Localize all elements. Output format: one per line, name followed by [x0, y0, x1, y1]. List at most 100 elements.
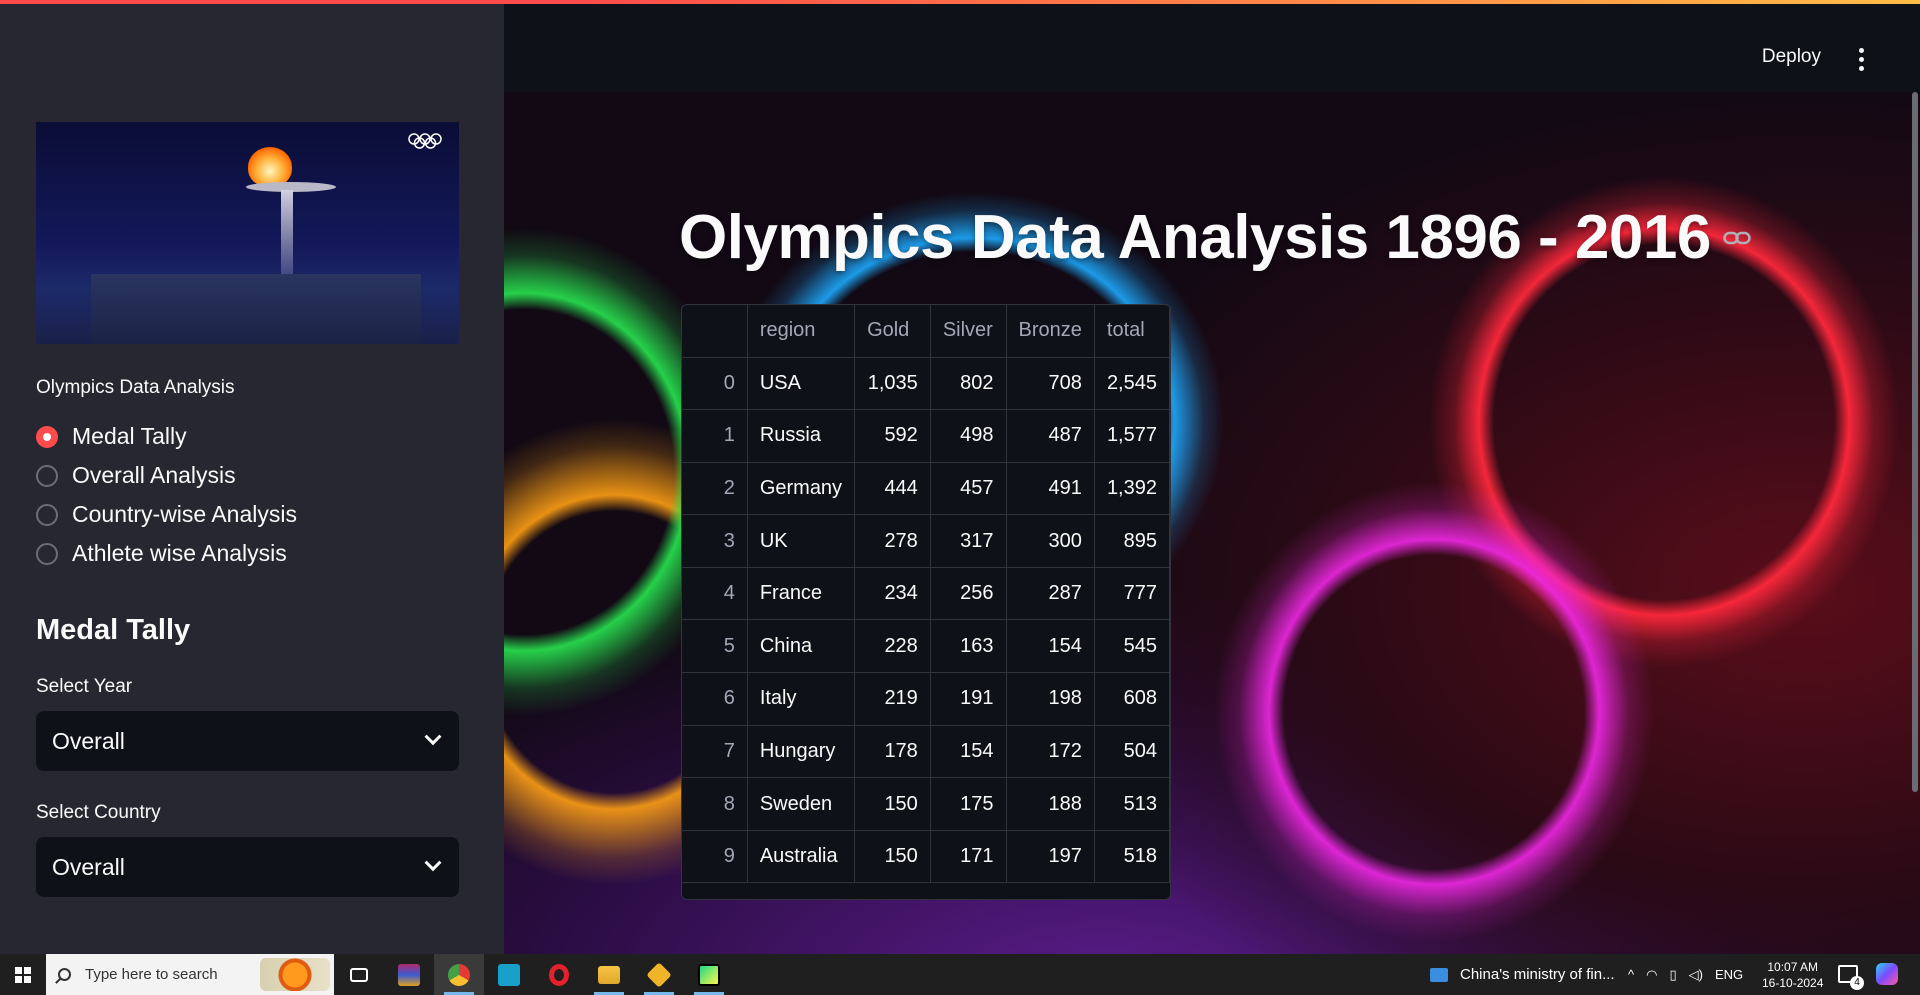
scrollbar-thumb[interactable]	[1912, 92, 1918, 792]
cell-silver[interactable]: 154	[930, 725, 1007, 779]
cell-index[interactable]: 8	[682, 777, 748, 831]
cell-bronze[interactable]: 287	[1006, 567, 1095, 621]
cell-total[interactable]: 513	[1094, 777, 1170, 831]
main-scrollbar[interactable]	[1910, 92, 1920, 792]
cell-region[interactable]: Russia	[747, 409, 856, 463]
network-icon[interactable]: ◠	[1646, 967, 1657, 983]
file-explorer-app-icon[interactable]	[584, 954, 634, 995]
cell-index[interactable]: 9	[682, 830, 748, 884]
cell-silver[interactable]: 163	[930, 619, 1007, 674]
cell-gold[interactable]: 592	[854, 409, 931, 463]
chevron-up-icon[interactable]: ^	[1628, 967, 1634, 982]
cell-total[interactable]: 545	[1094, 619, 1170, 674]
task-view-icon[interactable]	[334, 954, 384, 995]
cell-gold[interactable]: 444	[854, 462, 931, 516]
cell-gold[interactable]: 228	[854, 619, 931, 674]
cell-silver[interactable]: 171	[930, 830, 1007, 884]
cell-silver[interactable]: 457	[930, 462, 1007, 516]
start-button[interactable]	[0, 954, 46, 995]
cell-region[interactable]: Hungary	[747, 725, 856, 779]
opera-app-icon[interactable]	[534, 954, 584, 995]
cell-silver[interactable]: 498	[930, 409, 1007, 463]
cell-total[interactable]: 1,577	[1094, 409, 1170, 463]
cell-gold[interactable]: 219	[854, 672, 931, 726]
radio-label[interactable]: Country-wise Analysis	[72, 501, 297, 528]
cell-index[interactable]: 1	[682, 409, 748, 463]
radio-checked-icon[interactable]	[36, 425, 58, 448]
medal-tally-table[interactable]: region Gold Silver Bronze total 0 USA 1,…	[681, 304, 1171, 900]
battery-icon[interactable]: ▯	[1669, 967, 1676, 983]
chrome-app-icon[interactable]	[434, 954, 484, 995]
column-header-gold[interactable]: Gold	[854, 305, 931, 358]
cell-total[interactable]: 608	[1094, 672, 1170, 726]
pycharm-app-icon[interactable]	[684, 954, 734, 995]
select-country-dropdown[interactable]: Overall	[36, 837, 459, 897]
cell-silver[interactable]: 317	[930, 514, 1007, 568]
radio-unchecked-icon[interactable]	[36, 542, 58, 565]
taskbar-clock[interactable]: 10:07 AM 16-10-2024	[1762, 959, 1823, 991]
cell-bronze[interactable]: 300	[1006, 514, 1095, 568]
radio-label[interactable]: Overall Analysis	[72, 462, 236, 489]
cell-silver[interactable]: 802	[930, 357, 1007, 411]
malwarebytes-app-icon[interactable]	[484, 954, 534, 995]
cell-region[interactable]: Germany	[747, 462, 856, 516]
column-header-bronze[interactable]: Bronze	[1006, 305, 1095, 358]
column-header-region[interactable]: region	[747, 305, 856, 358]
cell-region[interactable]: UK	[747, 514, 856, 568]
cell-gold[interactable]: 150	[854, 777, 931, 831]
cell-gold[interactable]: 178	[854, 725, 931, 779]
radio-medal-tally[interactable]: Medal Tally	[36, 417, 297, 456]
news-widget[interactable]: China's ministry of fin...	[1430, 954, 1615, 995]
select-year-dropdown[interactable]: Overall	[36, 711, 459, 771]
cell-region[interactable]: Italy	[747, 672, 856, 726]
column-header-total[interactable]: total	[1094, 305, 1170, 358]
radio-unchecked-icon[interactable]	[36, 503, 58, 526]
cell-bronze[interactable]: 197	[1006, 830, 1095, 884]
link-icon[interactable]	[1723, 231, 1751, 245]
cell-total[interactable]: 1,392	[1094, 462, 1170, 516]
cell-total[interactable]: 895	[1094, 514, 1170, 568]
cell-bronze[interactable]: 491	[1006, 462, 1095, 516]
radio-label[interactable]: Medal Tally	[72, 423, 187, 450]
volume-icon[interactable]: ◁)	[1689, 967, 1703, 983]
cell-gold[interactable]: 1,035	[854, 357, 931, 411]
git-app-icon[interactable]	[634, 954, 684, 995]
cell-bronze[interactable]: 708	[1006, 357, 1095, 411]
cell-total[interactable]: 518	[1094, 830, 1170, 884]
cell-index[interactable]: 7	[682, 725, 748, 779]
taskbar-search-box[interactable]: Type here to search	[46, 954, 334, 995]
deploy-button[interactable]: Deploy	[1762, 46, 1821, 68]
radio-overall-analysis[interactable]: Overall Analysis	[36, 456, 297, 495]
language-indicator[interactable]: ENG	[1715, 967, 1743, 982]
cell-region[interactable]: France	[747, 567, 856, 621]
cell-bronze[interactable]: 154	[1006, 619, 1095, 674]
cell-index[interactable]: 6	[682, 672, 748, 726]
cell-gold[interactable]: 234	[854, 567, 931, 621]
more-vert-icon[interactable]	[1859, 48, 1865, 75]
cell-bronze[interactable]: 188	[1006, 777, 1095, 831]
cell-index[interactable]: 3	[682, 514, 748, 568]
cell-total[interactable]: 777	[1094, 567, 1170, 621]
column-header-index[interactable]	[682, 305, 748, 358]
cell-index[interactable]: 5	[682, 619, 748, 674]
cell-region[interactable]: Australia	[747, 830, 856, 884]
cell-bronze[interactable]: 172	[1006, 725, 1095, 779]
radio-label[interactable]: Athlete wise Analysis	[72, 540, 287, 567]
cell-index[interactable]: 0	[682, 357, 748, 411]
cell-region[interactable]: Sweden	[747, 777, 856, 831]
radio-unchecked-icon[interactable]	[36, 464, 58, 487]
radio-country-wise-analysis[interactable]: Country-wise Analysis	[36, 495, 297, 534]
cell-index[interactable]: 2	[682, 462, 748, 516]
cell-gold[interactable]: 150	[854, 830, 931, 884]
cell-region[interactable]: China	[747, 619, 856, 674]
search-highlight-image[interactable]	[260, 958, 330, 991]
column-header-silver[interactable]: Silver	[930, 305, 1007, 358]
cell-total[interactable]: 2,545	[1094, 357, 1170, 411]
cell-bronze[interactable]: 487	[1006, 409, 1095, 463]
cell-silver[interactable]: 175	[930, 777, 1007, 831]
cell-region[interactable]: USA	[747, 357, 856, 411]
winrar-app-icon[interactable]	[384, 954, 434, 995]
cell-total[interactable]: 504	[1094, 725, 1170, 779]
cell-index[interactable]: 4	[682, 567, 748, 621]
radio-athlete-wise-analysis[interactable]: Athlete wise Analysis	[36, 534, 297, 573]
